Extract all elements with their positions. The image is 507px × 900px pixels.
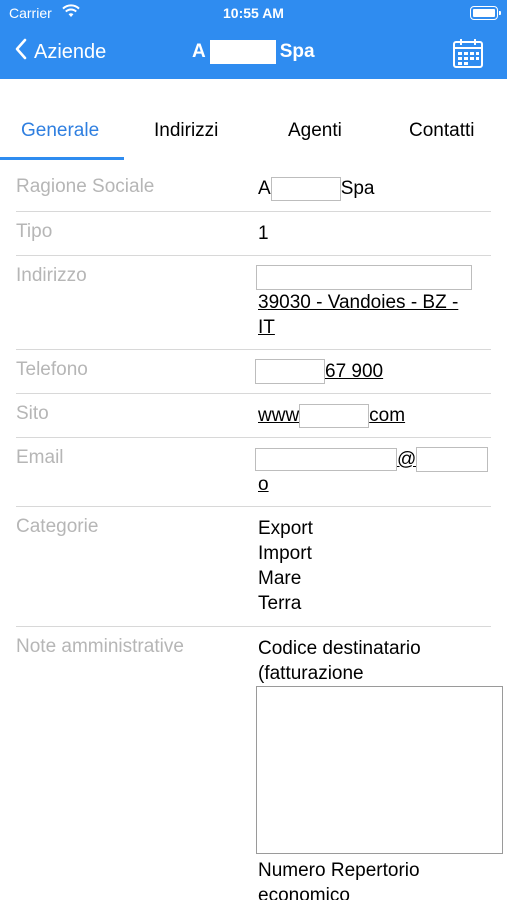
tab-indicator <box>0 157 124 160</box>
note-line: Numero Repertorio <box>258 860 420 881</box>
email-end: o <box>258 474 269 495</box>
separator <box>16 349 491 350</box>
calendar-icon[interactable] <box>452 37 484 74</box>
note-line: Codice destinatario <box>258 638 421 659</box>
email-at: @ <box>397 449 417 470</box>
category-item: Terra <box>258 593 302 614</box>
separator <box>16 506 491 507</box>
redacted-block <box>255 359 325 385</box>
sito-value[interactable]: www com <box>258 403 405 428</box>
value-start: A <box>258 178 271 199</box>
field-label: Note amministrative <box>16 636 184 657</box>
tab-generale[interactable]: Generale <box>21 120 99 142</box>
tipo-value: 1 <box>258 223 269 244</box>
note-value: Codice destinatario (fatturazione <box>258 636 421 686</box>
note-more: Numero Repertorio economico <box>258 858 420 900</box>
clock: 10:55 AM <box>223 5 284 21</box>
field-label: Telefono <box>16 359 88 380</box>
address-line[interactable]: 39030 - Vandoies - BZ - <box>258 290 472 315</box>
note-line: economico <box>258 885 350 900</box>
phone-suffix: 67 900 <box>325 361 384 382</box>
telefono-value[interactable]: 67 900 <box>255 359 384 385</box>
separator <box>16 393 491 394</box>
field-label: Indirizzo <box>16 265 87 286</box>
redacted-block <box>256 265 472 290</box>
back-label: Aziende <box>34 40 107 63</box>
tab-contatti[interactable]: Contatti <box>409 120 474 142</box>
ragione-sociale-value: A Spa <box>258 176 375 201</box>
category-item: Import <box>258 543 312 564</box>
field-label: Categorie <box>16 516 99 537</box>
separator <box>16 255 491 256</box>
tab-agenti[interactable]: Agenti <box>288 120 342 142</box>
field-label: Email <box>16 447 64 468</box>
page-title: A Spa <box>192 40 315 64</box>
redacted-block <box>255 448 397 471</box>
field-label: Tipo <box>16 221 53 242</box>
tab-indirizzi[interactable]: Indirizzi <box>154 120 218 142</box>
title-end: Spa <box>279 41 315 62</box>
redacted-block <box>416 447 489 472</box>
field-label: Sito <box>16 403 49 424</box>
back-button[interactable]: Aziende <box>14 38 106 66</box>
top-bar: Carrier 10:55 AM Aziende A Spa <box>0 0 507 79</box>
chevron-left-icon <box>14 38 28 66</box>
site-suffix: com <box>369 405 406 426</box>
category-item: Export <box>258 518 313 539</box>
redacted-block <box>299 403 370 428</box>
battery-icon <box>470 6 501 20</box>
title-start: A <box>192 41 206 62</box>
status-bar: Carrier 10:55 AM <box>0 0 507 28</box>
email-value[interactable]: @ o <box>255 447 489 497</box>
category-item: Mare <box>258 568 302 589</box>
separator <box>16 626 491 627</box>
site-prefix: www <box>258 405 300 426</box>
note-line: (fatturazione <box>258 663 364 684</box>
redacted-block <box>270 176 341 201</box>
tab-bar: Generale Indirizzi Agenti Contatti <box>0 110 507 160</box>
value-end: Spa <box>340 178 375 199</box>
navigation-bar: Aziende A Spa <box>0 28 507 79</box>
categorie-list: Export Import Mare Terra <box>258 516 313 616</box>
redacted-block <box>209 40 276 64</box>
address-country[interactable]: IT <box>258 315 472 340</box>
separator <box>16 211 491 212</box>
field-label: Ragione Sociale <box>16 176 155 197</box>
separator <box>16 437 491 438</box>
indirizzo-value[interactable]: 39030 - Vandoies - BZ - IT <box>256 265 472 340</box>
redacted-block <box>256 686 503 854</box>
